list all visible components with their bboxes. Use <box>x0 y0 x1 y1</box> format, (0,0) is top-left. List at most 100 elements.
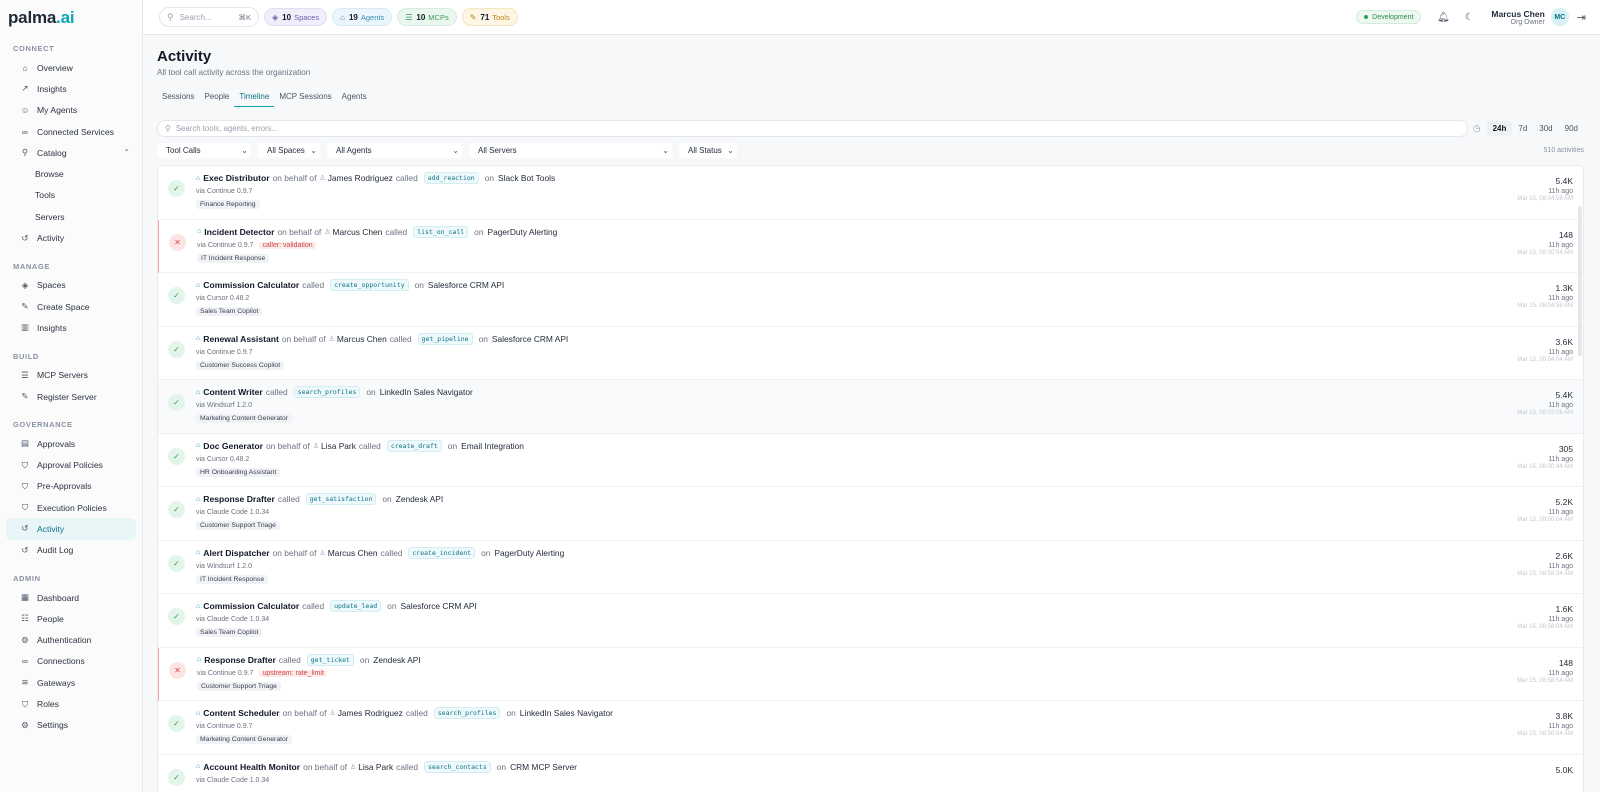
list-item[interactable]: ✕ ⌂ Incident Detector on behalf of ♙ Marcus C… <box>158 219 1583 273</box>
tool-name[interactable]: create_draft <box>386 439 442 452</box>
sidebar-item-dashboard[interactable]: ▦ Dashboard <box>6 587 136 608</box>
list-item[interactable]: ✓ ⌂ Exec Distributor on behalf of ♙ James Rod… <box>158 166 1583 220</box>
agent-name[interactable]: Alert Dispatcher <box>203 548 269 558</box>
status-select[interactable]: All Status ⌄ <box>679 143 737 158</box>
agent-name[interactable]: Content Writer <box>203 387 263 397</box>
server-name[interactable]: LinkedIn Sales Navigator <box>380 387 473 397</box>
user-name[interactable]: Marcus Chen <box>333 227 383 237</box>
sidebar-item-create-space[interactable]: ✎ Create Space <box>6 296 136 317</box>
server-name[interactable]: Zendesk API <box>373 655 421 665</box>
user-name[interactable]: Lisa Park <box>358 762 393 772</box>
agent-name[interactable]: Renewal Assistant <box>203 334 279 344</box>
list-item[interactable]: ✓ ⌂ Response Drafter called get_satisfaction… <box>158 487 1583 541</box>
agent-name[interactable]: Commission Calculator <box>203 601 299 611</box>
list-item[interactable]: ✓ ⌂ Renewal Assistant on behalf of ♙ Marcus C… <box>158 327 1583 380</box>
sidebar-item-pre-approvals[interactable]: ⛉ Pre-Approvals <box>6 476 136 497</box>
sidebar-item-mcp-servers[interactable]: ☰ MCP Servers <box>6 365 136 386</box>
sidebar-item-connections[interactable]: ∞ Connections <box>6 651 136 672</box>
spaces-select[interactable]: All Spaces ⌄ <box>258 143 320 158</box>
user-name[interactable]: James Rodriguez <box>338 708 403 718</box>
agent-name[interactable]: Exec Distributor <box>203 173 269 183</box>
agent-name[interactable]: Account Health Monitor <box>203 762 300 772</box>
tab-sessions[interactable]: Sessions <box>157 92 199 107</box>
tool-name[interactable]: search_contacts <box>424 760 491 773</box>
tool-name[interactable]: create_incident <box>408 546 476 559</box>
agent-name[interactable]: Doc Generator <box>203 441 263 451</box>
sidebar-item-settings[interactable]: ⚙ Settings <box>6 715 136 736</box>
server-name[interactable]: PagerDuty Alerting <box>488 227 558 237</box>
sidebar-item-approval-policies[interactable]: ⛉ Approval Policies <box>6 454 136 475</box>
list-item[interactable]: ✓ ⌂ Account Health Monitor on behalf of ♙ Lis… <box>158 755 1583 792</box>
sidebar-item-roles[interactable]: ⛉ Roles <box>6 693 136 714</box>
server-name[interactable]: PagerDuty Alerting <box>494 548 564 558</box>
stat-spaces[interactable]: ◈ 10 Spaces <box>264 8 328 26</box>
stat-mcps[interactable]: ☰ 10 MCPs <box>397 8 457 26</box>
stat-tools[interactable]: ✎ 71 Tools <box>461 8 518 26</box>
user-name[interactable]: Lisa Park <box>321 441 356 451</box>
space-tag[interactable]: Sales Team Copilot <box>196 307 263 316</box>
user-name[interactable]: Marcus Chen <box>337 334 387 344</box>
stat-agents[interactable]: ⌂ 19 Agents <box>332 8 393 26</box>
environment-badge[interactable]: Development <box>1356 10 1422 24</box>
sidebar-item-tools[interactable]: Tools <box>6 185 136 206</box>
range-24h[interactable]: 24h <box>1486 121 1513 136</box>
type-select[interactable]: Tool Calls ⌄ <box>157 143 251 158</box>
sidebar-item-approvals[interactable]: ▤ Approvals <box>6 433 136 454</box>
tab-agents[interactable]: Agents <box>337 92 372 107</box>
tab-timeline[interactable]: Timeline <box>234 92 275 107</box>
moon-icon[interactable]: ☾ <box>1461 9 1477 25</box>
space-tag[interactable]: IT Incident Response <box>197 253 270 263</box>
tool-name[interactable]: search_profiles <box>433 707 501 719</box>
server-name[interactable]: Slack Bot Tools <box>498 173 555 183</box>
sidebar-item-catalog[interactable]: ⚲ Catalog ⌃ <box>6 142 136 163</box>
space-tag[interactable]: Sales Team Copilot <box>196 628 263 637</box>
server-name[interactable]: Email Integration <box>461 441 524 451</box>
sidebar-item-register-server[interactable]: ✎ Register Server <box>6 386 136 407</box>
list-item[interactable]: ✓ ⌂ Content Scheduler on behalf of ♙ James Ro… <box>158 701 1583 755</box>
list-item[interactable]: ✓ ⌂ Commission Calculator called update_lead… <box>158 594 1583 648</box>
tool-name[interactable]: list_on_call <box>413 225 469 238</box>
server-name[interactable]: CRM MCP Server <box>510 762 577 772</box>
sidebar-item-browse[interactable]: Browse <box>6 163 136 184</box>
sidebar-item-servers[interactable]: Servers <box>6 206 136 227</box>
sidebar-item-activity[interactable]: ↺ Activity <box>6 227 136 248</box>
agent-name[interactable]: Content Scheduler <box>203 708 279 718</box>
bell-icon[interactable]: 🔔︎ <box>1435 9 1451 25</box>
space-tag[interactable]: Marketing Content Generator <box>196 414 293 423</box>
servers-select[interactable]: All Servers ⌄ <box>469 143 672 158</box>
activity-search-input[interactable]: ⚲ Search tools, agents, errors... <box>157 120 1468 137</box>
logo[interactable]: palma .ai <box>0 0 142 35</box>
server-name[interactable]: Salesforce CRM API <box>428 280 504 290</box>
sidebar-item-gateways[interactable]: ≋ Gateways <box>6 672 136 693</box>
range-30d[interactable]: 30d <box>1533 121 1558 136</box>
server-name[interactable]: Zendesk API <box>396 494 444 504</box>
tool-name[interactable]: get_ticket <box>306 653 354 666</box>
tab-mcp-sessions[interactable]: MCP Sessions <box>274 92 336 107</box>
list-item[interactable]: ✓ ⌂ Content Writer called search_profiles on L… <box>158 380 1583 434</box>
range-7d[interactable]: 7d <box>1512 121 1533 136</box>
agents-select[interactable]: All Agents ⌄ <box>327 143 462 158</box>
sidebar-item-my-agents[interactable]: ☺ My Agents <box>6 100 136 121</box>
server-name[interactable]: Salesforce CRM API <box>400 601 476 611</box>
sidebar-item-insights[interactable]: ↗ Insights <box>6 78 136 99</box>
sidebar-item-connected-services[interactable]: ∞ Connected Services <box>6 121 136 142</box>
chevron-up-icon[interactable]: ⌃ <box>123 148 130 157</box>
tool-name[interactable]: get_pipeline <box>417 332 473 345</box>
space-tag[interactable]: IT Incident Response <box>196 574 269 584</box>
space-tag[interactable]: Customer Support Triage <box>197 681 281 691</box>
space-tag[interactable]: Customer Success Copilot <box>196 360 285 370</box>
sidebar-item-execution-policies[interactable]: ⛉ Execution Policies <box>6 497 136 518</box>
agent-name[interactable]: Response Drafter <box>204 655 276 665</box>
sidebar-item-insights[interactable]: ▥ Insights <box>6 317 136 338</box>
agent-name[interactable]: Commission Calculator <box>203 280 299 290</box>
user-name[interactable]: Marcus Chen <box>328 548 378 558</box>
global-search-input[interactable]: ⚲ Search... ⌘K <box>159 7 259 27</box>
tool-name[interactable]: add_reaction <box>423 172 479 184</box>
range-90d[interactable]: 90d <box>1559 121 1584 136</box>
server-name[interactable]: LinkedIn Sales Navigator <box>520 708 613 718</box>
tool-name[interactable]: create_opportunity <box>330 279 409 291</box>
user-name[interactable]: James Rodriguez <box>328 173 393 183</box>
space-tag[interactable]: HR Onboarding Assistant <box>196 467 281 477</box>
scrollbar[interactable] <box>1578 206 1582 356</box>
sidebar-item-people[interactable]: ☷ People <box>6 608 136 629</box>
